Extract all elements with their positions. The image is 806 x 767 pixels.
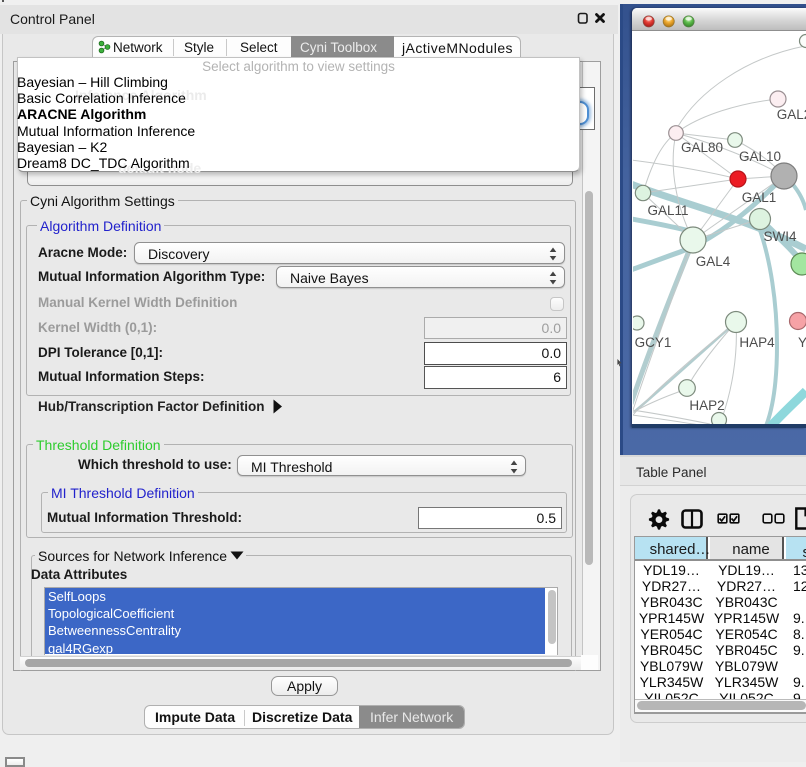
svg-text:GAL2: GAL2 — [777, 107, 806, 122]
svg-text:YJ: YJ — [798, 335, 806, 350]
svg-text:SWI4: SWI4 — [763, 229, 796, 244]
svg-text:HAP2: HAP2 — [689, 398, 724, 413]
svg-text:GCY1: GCY1 — [635, 335, 672, 350]
svg-text:GAL4: GAL4 — [696, 254, 731, 269]
svg-text:GAL11: GAL11 — [647, 203, 688, 218]
svg-text:GAL1: GAL1 — [742, 190, 777, 205]
svg-text:HAP4: HAP4 — [739, 335, 775, 350]
svg-text:GAL80: GAL80 — [681, 140, 723, 155]
svg-text:GAL10: GAL10 — [739, 149, 781, 164]
